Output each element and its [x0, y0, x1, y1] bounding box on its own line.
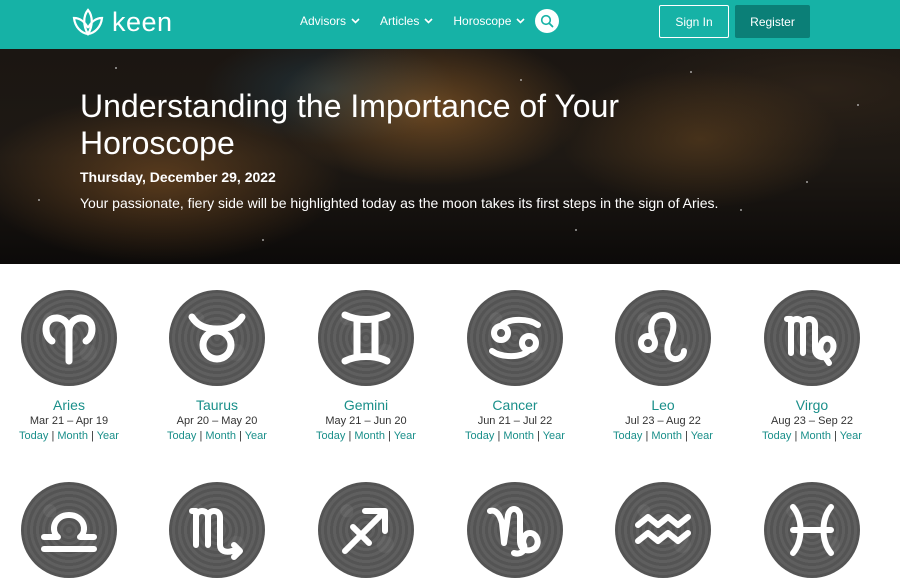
year-link[interactable]: Year: [840, 430, 862, 442]
scorpio-icon[interactable]: [169, 482, 265, 578]
sign-dates: Mar 21 – Apr 19: [29, 415, 109, 427]
year-link[interactable]: Year: [97, 430, 119, 442]
sign-dates: Jun 21 – Jul 22: [477, 415, 553, 427]
chevron-down-icon: [351, 18, 360, 24]
capricorn-icon[interactable]: [467, 482, 563, 578]
today-link[interactable]: Today: [613, 430, 642, 442]
month-link[interactable]: Month: [354, 430, 385, 442]
month-link[interactable]: Month: [651, 430, 682, 442]
zodiac-card-aries: Aries Mar 21 – Apr 19 Today | Month | Ye…: [9, 290, 129, 442]
lotus-icon: [72, 8, 104, 37]
nav-horoscope[interactable]: Horoscope: [453, 14, 525, 28]
zodiac-card-leo: Leo Jul 23 – Aug 22 Today | Month | Year: [603, 290, 723, 442]
period-links: Today | Month | Year: [465, 430, 565, 442]
search-button[interactable]: [535, 9, 559, 33]
sign-name[interactable]: Aries: [9, 397, 129, 413]
search-icon: [540, 14, 554, 28]
period-links: Today | Month | Year: [167, 430, 267, 442]
sign-in-button[interactable]: Sign In: [659, 5, 729, 38]
cancer-icon[interactable]: [467, 290, 563, 386]
hero-description: Your passionate, fiery side will be high…: [80, 195, 719, 211]
libra-icon[interactable]: [21, 482, 117, 578]
today-link[interactable]: Today: [167, 430, 196, 442]
sign-name[interactable]: Gemini: [306, 397, 426, 413]
month-link[interactable]: Month: [57, 430, 88, 442]
zodiac-card-pisces: [752, 482, 872, 578]
today-link[interactable]: Today: [762, 430, 791, 442]
nav-advisors-label: Advisors: [300, 14, 347, 28]
month-link[interactable]: Month: [503, 430, 534, 442]
period-links: Today | Month | Year: [762, 430, 862, 442]
zodiac-card-cancer: Cancer Jun 21 – Jul 22 Today | Month | Y…: [455, 290, 575, 442]
zodiac-card-aquarius: [603, 482, 723, 578]
sagittarius-icon[interactable]: [318, 482, 414, 578]
today-link[interactable]: Today: [465, 430, 494, 442]
zodiac-card-taurus: Taurus Apr 20 – May 20 Today | Month | Y…: [157, 290, 277, 442]
sign-name[interactable]: Leo: [603, 397, 723, 413]
nav-advisors[interactable]: Advisors: [300, 14, 360, 28]
nav-articles[interactable]: Articles: [380, 14, 433, 28]
sign-dates: Apr 20 – May 20: [176, 415, 258, 427]
hero-date: Thursday, December 29, 2022: [80, 169, 276, 185]
zodiac-card-libra: [9, 482, 129, 578]
nav-articles-label: Articles: [380, 14, 420, 28]
zodiac-card-capricorn: [455, 482, 575, 578]
month-link[interactable]: Month: [800, 430, 831, 442]
keen-logo[interactable]: keen: [70, 6, 173, 38]
sign-dates: Aug 23 – Sep 22: [771, 415, 853, 427]
sign-name[interactable]: Virgo: [752, 397, 872, 413]
nav-horoscope-label: Horoscope: [453, 14, 512, 28]
zodiac-card-gemini: Gemini May 21 – Jun 20 Today | Month | Y…: [306, 290, 426, 442]
pisces-icon[interactable]: [764, 482, 860, 578]
year-link[interactable]: Year: [394, 430, 416, 442]
chevron-down-icon: [516, 18, 525, 24]
sign-dates: May 21 – Jun 20: [325, 415, 407, 427]
hero-title: Understanding the Importance of Your Hor…: [80, 88, 620, 161]
sign-dates: Jul 23 – Aug 22: [625, 415, 701, 427]
chevron-down-icon: [424, 18, 433, 24]
leo-icon[interactable]: [615, 290, 711, 386]
period-links: Today | Month | Year: [19, 430, 119, 442]
aries-icon[interactable]: [21, 290, 117, 386]
taurus-icon[interactable]: [169, 290, 265, 386]
gemini-icon[interactable]: [318, 290, 414, 386]
main-nav: Advisors Articles Horoscope: [300, 14, 545, 28]
logo-text: keen: [112, 6, 173, 37]
zodiac-card-virgo: Virgo Aug 23 – Sep 22 Today | Month | Ye…: [752, 290, 872, 442]
hero-banner: Understanding the Importance of Your Hor…: [0, 49, 900, 264]
today-link[interactable]: Today: [19, 430, 48, 442]
year-link[interactable]: Year: [691, 430, 713, 442]
virgo-icon[interactable]: [764, 290, 860, 386]
zodiac-card-scorpio: [157, 482, 277, 578]
top-navbar: keen Advisors Articles Horoscope Sign In…: [0, 0, 900, 49]
sign-name[interactable]: Taurus: [157, 397, 277, 413]
aquarius-icon[interactable]: [615, 482, 711, 578]
month-link[interactable]: Month: [205, 430, 236, 442]
today-link[interactable]: Today: [316, 430, 345, 442]
zodiac-card-sagittarius: [306, 482, 426, 578]
period-links: Today | Month | Year: [613, 430, 713, 442]
year-link[interactable]: Year: [245, 430, 267, 442]
period-links: Today | Month | Year: [316, 430, 416, 442]
sign-name[interactable]: Cancer: [455, 397, 575, 413]
year-link[interactable]: Year: [543, 430, 565, 442]
register-button[interactable]: Register: [735, 5, 810, 38]
